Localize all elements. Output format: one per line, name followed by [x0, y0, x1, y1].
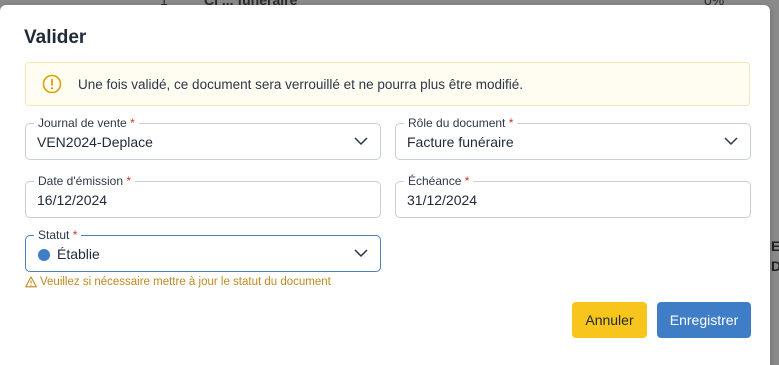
echeance-value: 31/12/2024	[407, 192, 478, 208]
role-value: Facture funéraire	[407, 134, 514, 150]
cancel-button[interactable]: Annuler	[572, 302, 647, 338]
echeance-field[interactable]: Échéance * 31/12/2024	[395, 174, 751, 218]
warning-alert: Une fois validé, ce document sera verrou…	[25, 62, 750, 106]
bg-right-glyph: D	[771, 258, 779, 274]
echeance-label: Échéance *	[404, 174, 474, 188]
role-label: Rôle du document *	[404, 116, 518, 130]
warning-circle-icon	[42, 74, 62, 94]
warning-triangle-icon	[25, 276, 37, 288]
date-emission-value: 16/12/2024	[37, 192, 108, 208]
chevron-down-icon	[354, 137, 368, 146]
statut-label: Statut *	[34, 228, 82, 242]
save-button[interactable]: Enregistrer	[657, 302, 751, 338]
role-select[interactable]: Rôle du document * Facture funéraire	[395, 116, 751, 160]
validate-dialog: Valider Une fois validé, ce document ser…	[0, 5, 770, 365]
journal-label: Journal de vente *	[34, 116, 139, 130]
status-dot-icon	[38, 249, 50, 261]
chevron-down-icon	[724, 137, 738, 146]
statut-select[interactable]: Statut * Établie	[25, 228, 381, 272]
statut-hint: Veuillez si nécessaire mettre à jour le …	[25, 276, 331, 288]
journal-value: VEN2024-Deplace	[37, 134, 153, 150]
bg-right-glyph: E	[771, 238, 779, 254]
hint-text: Veuillez si nécessaire mettre à jour le …	[40, 276, 331, 288]
dialog-title: Valider	[24, 27, 87, 48]
date-emission-label: Date d'émission *	[34, 174, 136, 188]
statut-value: Établie	[57, 246, 100, 262]
chevron-down-icon	[354, 249, 368, 258]
date-emission-field[interactable]: Date d'émission * 16/12/2024	[25, 174, 381, 218]
warning-text: Une fois validé, ce document sera verrou…	[78, 77, 523, 92]
journal-select[interactable]: Journal de vente * VEN2024-Deplace	[25, 116, 381, 160]
